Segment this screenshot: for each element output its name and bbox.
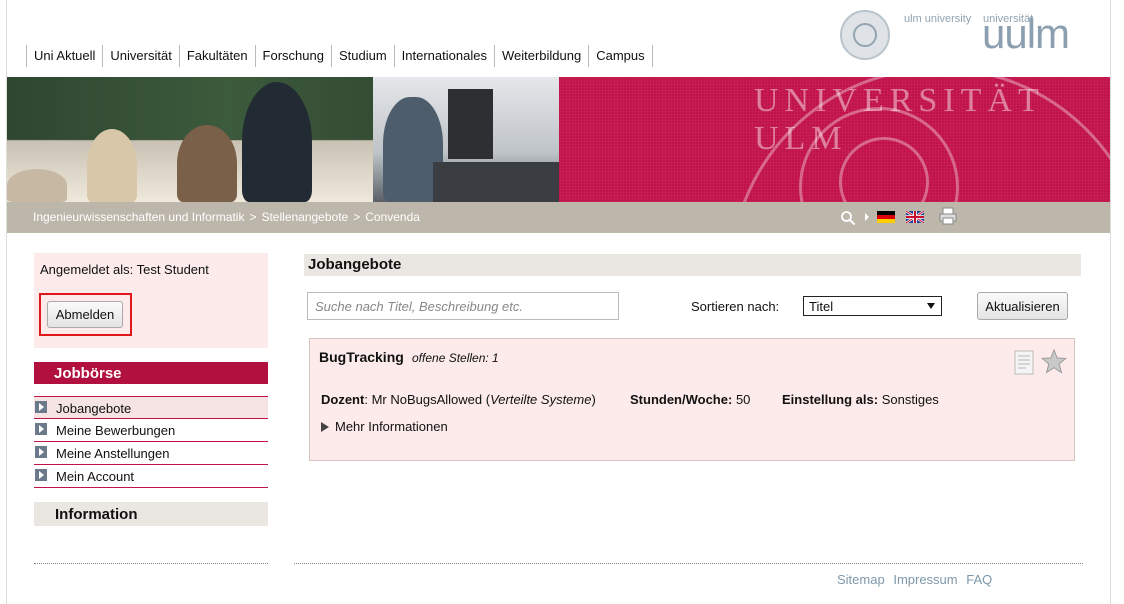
sort-select-value: Titel [809,299,834,314]
footer-link-faq[interactable]: FAQ [966,572,992,587]
top-navigation: Uni Aktuell Universität Fakultäten Forsc… [26,45,653,67]
print-icon[interactable] [939,207,957,225]
page-title: Jobangebote [304,254,1081,276]
sidebar-item-label: Meine Bewerbungen [56,423,176,438]
university-seal-logo[interactable] [840,10,890,60]
sidebar-item-label: Mein Account [56,469,135,484]
banner-seal-text: UNIVERSITÄT ULM [754,82,1045,157]
banner-crimson-seal: UNIVERSITÄT ULM [559,77,1110,202]
job-hours: Stunden/Woche: 50 [630,392,751,407]
breadcrumb-separator: > [353,210,361,224]
page-right-border [1110,0,1111,604]
job-title: BugTracking [319,349,404,365]
footer-link-sitemap[interactable]: Sitemap [837,572,885,587]
banner-photo-lab [373,77,559,202]
job-card: BugTracking offene Stellen: 1 Dozent: Mr… [309,338,1075,461]
header-banner: UNIVERSITÄT ULM [7,77,1110,202]
sidebar-item-label: Jobangebote [56,401,132,416]
breadcrumb-item-faculty[interactable]: Ingenieurwissenschaften und Informatik [33,210,244,224]
arrow-right-icon [865,213,869,221]
breadcrumb: Ingenieurwissenschaften und Informatik > S… [33,210,420,224]
chevron-down-icon [927,303,935,309]
job-open-positions: offene Stellen: 1 [412,351,499,365]
sort-label: Sortieren nach: [691,299,780,314]
bullet-arrow-icon [35,446,47,458]
job-dozent: Dozent: Mr NoBugsAllowed (Verteilte Syst… [321,392,596,407]
triangle-right-icon [321,422,329,432]
sidebar-item-meine-bewerbungen[interactable]: Meine Bewerbungen [34,419,268,442]
search-icon[interactable] [840,210,856,226]
sort-select[interactable]: Titel [803,296,942,316]
logout-button[interactable]: Abmelden [47,301,123,328]
flag-uk-icon[interactable] [906,211,924,223]
nav-item-universitaet[interactable]: Universität [102,45,178,67]
bullet-arrow-icon [35,469,47,481]
sidebar-item-meine-anstellungen[interactable]: Meine Anstellungen [34,442,268,465]
nav-item-uni-aktuell[interactable]: Uni Aktuell [26,45,102,67]
breadcrumb-separator: > [249,210,257,224]
footer-links: Sitemap Impressum FAQ [837,572,997,587]
logged-in-text: Angemeldet als: Test Student [40,262,209,277]
star-icon[interactable] [1041,349,1067,374]
nav-item-internationales[interactable]: Internationales [393,45,494,67]
flag-german-icon[interactable] [877,211,895,223]
breadcrumb-item-current: Convenda [365,210,420,224]
nav-item-fakultaeten[interactable]: Fakultäten [178,45,255,67]
logo-wordmark[interactable]: uulm [982,10,1070,58]
sidebar-item-mein-account[interactable]: Mein Account [34,465,268,488]
bullet-arrow-icon [35,401,47,413]
information-heading[interactable]: Information [34,502,268,526]
breadcrumb-bar: Ingenieurwissenschaften und Informatik > S… [7,202,1110,233]
logo-ulm-university: ulm university [904,13,972,25]
breadcrumb-item-stellenangebote[interactable]: Stellenangebote [261,210,348,224]
main-divider [294,563,1083,564]
login-status-box: Angemeldet als: Test Student Abmelden [34,253,268,348]
refresh-button[interactable]: Aktualisieren [977,292,1068,320]
bullet-arrow-icon [35,423,47,435]
nav-item-forschung[interactable]: Forschung [254,45,331,67]
more-information-toggle[interactable]: Mehr Informationen [321,419,448,434]
banner-photo-lecture [7,77,373,202]
footer-link-impressum[interactable]: Impressum [893,572,957,587]
nav-item-studium[interactable]: Studium [330,45,394,67]
nav-item-campus[interactable]: Campus [588,45,653,67]
job-employment: Einstellung als: Sonstiges [782,392,939,407]
nav-item-weiterbildung[interactable]: Weiterbildung [493,45,588,67]
sidebar-divider [34,563,268,564]
sidebar-item-label: Meine Anstellungen [56,446,170,461]
jobboerse-heading: Jobbörse [34,362,268,384]
jobboerse-menu: Jobangebote Meine Bewerbungen Meine Anst… [34,396,268,488]
page: Uni Aktuell Universität Fakultäten Forsc… [0,0,1124,604]
sidebar-item-jobangebote[interactable]: Jobangebote [34,396,268,419]
search-input[interactable] [307,292,619,320]
document-icon[interactable] [1013,350,1035,375]
